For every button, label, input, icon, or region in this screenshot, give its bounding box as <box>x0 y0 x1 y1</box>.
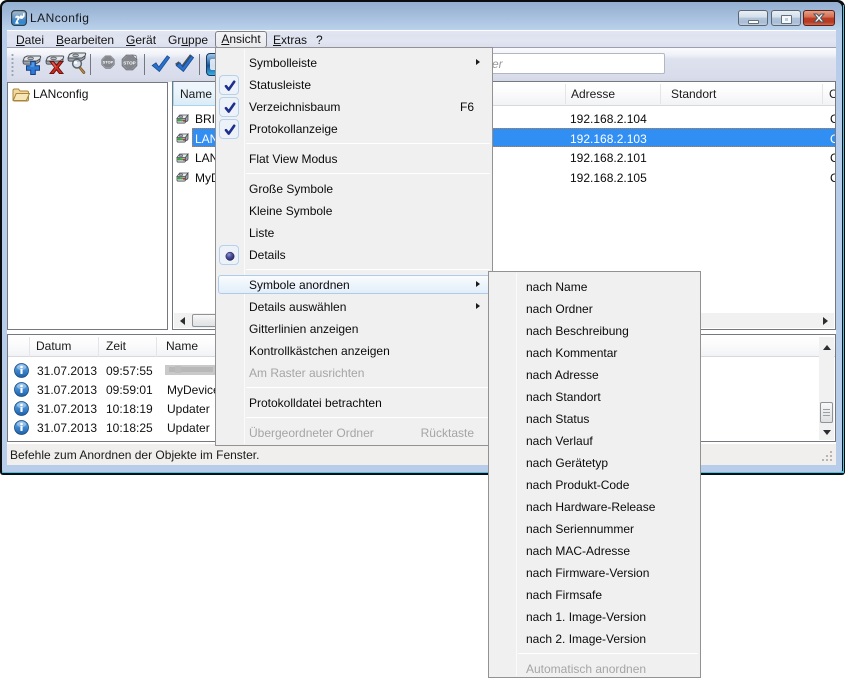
svg-text:STOP: STOP <box>123 60 135 65</box>
svg-text:STOP: STOP <box>103 61 114 65</box>
